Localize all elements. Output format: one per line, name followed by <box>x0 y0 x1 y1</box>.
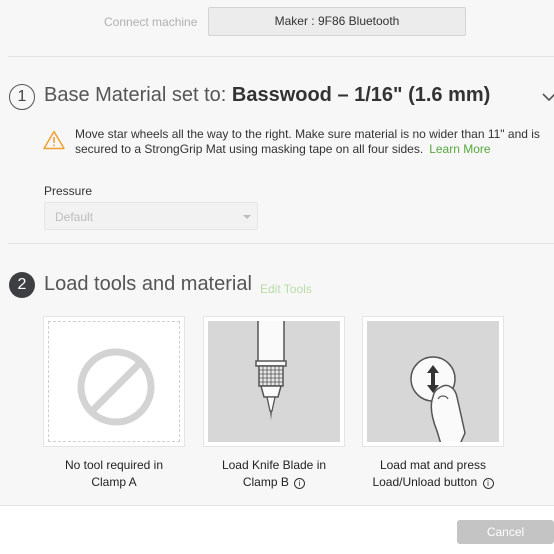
no-tool-icon <box>77 348 155 426</box>
connect-machine-label: Connect machine <box>104 15 198 29</box>
clamp-a-image-area <box>48 321 180 442</box>
base-material-name[interactable]: Basswood – 1/16" (1.6 mm) <box>232 84 490 106</box>
load-unload-button-icon <box>410 356 466 442</box>
edit-tools-link[interactable]: Edit Tools <box>260 282 312 296</box>
clamp-b-caption-line2: Clamp B i <box>199 474 349 491</box>
step-2-title: Load tools and material <box>44 273 252 295</box>
load-mat-card <box>362 316 504 447</box>
load-mat-caption-line2: Load/Unload button i <box>358 474 508 491</box>
clamp-b-card <box>203 316 345 447</box>
warning-icon <box>43 130 65 150</box>
clamp-b-caption-line2-text: Clamp B <box>242 475 289 489</box>
connect-machine-row: Connect machine Maker : 9F86 Bluetooth <box>0 7 554 37</box>
clamp-b-image-area <box>208 321 340 442</box>
clamp-a-card <box>43 316 185 447</box>
step-1-number: 1 <box>9 84 35 110</box>
knife-blade-icon <box>255 321 287 420</box>
divider-middle <box>8 243 554 244</box>
pressure-dropdown[interactable]: Default <box>44 202 258 230</box>
clamp-a-caption-line1: No tool required in <box>64 458 164 472</box>
step-2-number: 2 <box>9 272 35 298</box>
load-mat-image-area <box>367 321 499 442</box>
pressure-value: Default <box>55 210 94 224</box>
divider-top <box>8 56 554 57</box>
load-mat-caption: Load mat and press Load/Unload button i <box>358 457 508 491</box>
step-1-title-prefix: Base Material set to: <box>44 84 232 106</box>
clamp-b-caption: Load Knife Blade in Clamp B i <box>199 457 349 491</box>
dropdown-caret-icon <box>243 215 251 219</box>
material-warning: Move star wheels all the way to the righ… <box>75 127 553 157</box>
footer-bar: Cancel <box>0 505 554 554</box>
load-mat-caption-line2-text: Load/Unload button <box>372 475 478 489</box>
pressure-label: Pressure <box>44 184 93 198</box>
clamp-b-caption-line1: Load Knife Blade in <box>221 458 327 472</box>
step-1-title: Base Material set to: Basswood – 1/16" (… <box>44 84 490 107</box>
machine-select-button[interactable]: Maker : 9F86 Bluetooth <box>208 7 466 36</box>
learn-more-link[interactable]: Learn More <box>429 142 490 156</box>
info-icon[interactable]: i <box>294 478 306 489</box>
info-icon[interactable]: i <box>482 478 494 489</box>
load-mat-caption-line1: Load mat and press <box>379 458 487 472</box>
clamp-a-caption: No tool required in Clamp A <box>39 457 189 491</box>
cancel-button[interactable]: Cancel <box>457 520 554 544</box>
chevron-down-icon[interactable] <box>542 92 554 102</box>
clamp-a-caption-line2: Clamp A <box>91 475 137 489</box>
